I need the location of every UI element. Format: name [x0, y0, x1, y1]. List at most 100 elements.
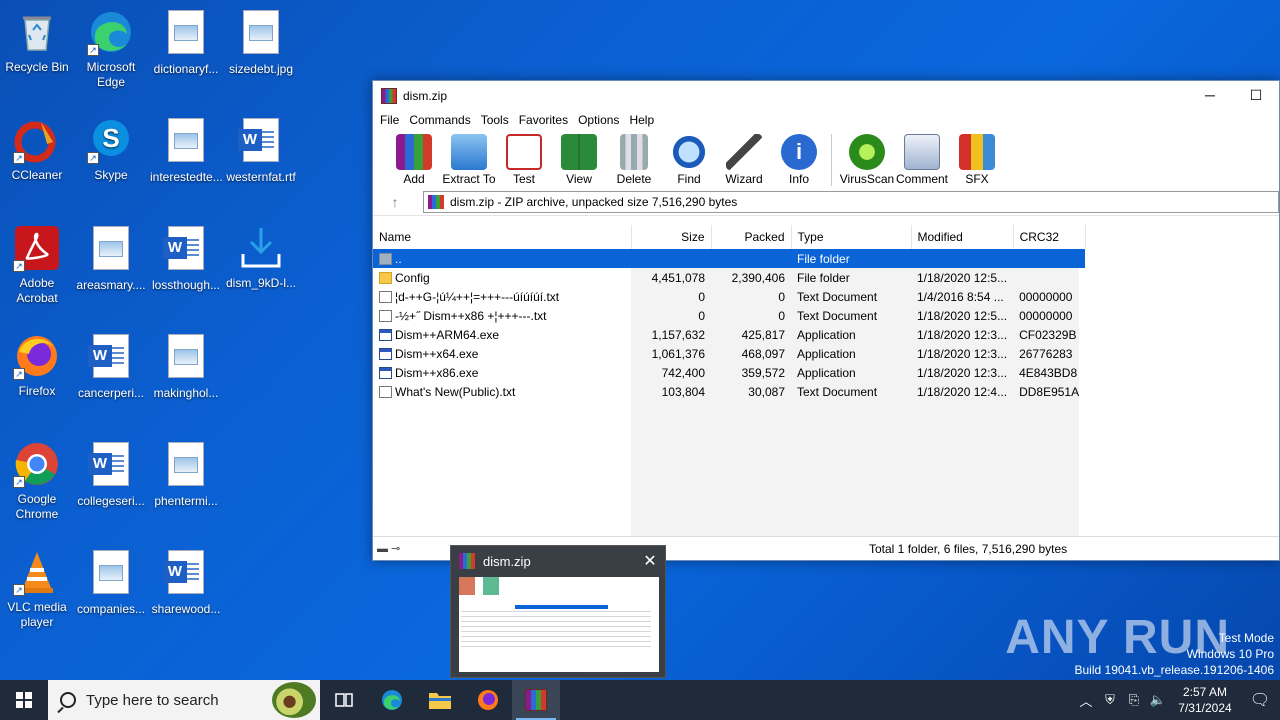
maximize-button[interactable]: ☐: [1233, 81, 1279, 110]
sfx-box-icon: [959, 134, 995, 170]
add-button[interactable]: Add: [385, 132, 443, 186]
address-bar: ↑ dism.zip - ZIP archive, unpacked size …: [373, 188, 1279, 216]
table-row-parent[interactable]: .. File folder: [373, 249, 1086, 268]
taskbar-winrar[interactable]: [512, 680, 560, 720]
delete-button[interactable]: Delete: [605, 132, 663, 186]
image-file-icon: [162, 10, 210, 58]
table-row[interactable]: ¦d-++G-¦ú¼++¦=+++---úíúíúí.txt 0 0 Text …: [373, 287, 1085, 306]
shield-icon[interactable]: ⛨: [1098, 692, 1122, 708]
desktop-icon-file-westernfat[interactable]: W westernfat.rtf: [225, 116, 297, 185]
virusscan-button[interactable]: VirusScan: [838, 132, 896, 186]
toolbar-separator: [831, 134, 832, 186]
menu-commands[interactable]: Commands: [404, 113, 475, 127]
desktop-icon-google-chrome[interactable]: ↗ Google Chrome: [1, 440, 73, 522]
application-icon: [379, 328, 392, 341]
taskbar-firefox[interactable]: [464, 680, 512, 720]
desktop-icon-label: areasmary....: [76, 278, 146, 292]
word-document-icon: W: [87, 334, 135, 382]
thumbnail-title: dism.zip: [483, 553, 531, 569]
desktop-icon-file-phentermi[interactable]: phentermi...: [150, 440, 222, 509]
winrar-window[interactable]: dism.zip ─ ☐ File Commands Tools Favorit…: [372, 80, 1280, 561]
firefox-icon: [478, 690, 498, 710]
menu-file[interactable]: File: [375, 113, 404, 127]
skype-icon: S ↗: [87, 116, 135, 164]
clock[interactable]: 2:57 AM 7/31/2024: [1170, 684, 1240, 716]
network-icon[interactable]: ⎘: [1122, 692, 1146, 708]
desktop-icon-file-sizedebt[interactable]: sizedebt.jpg: [225, 8, 297, 77]
parent-folder-icon: [379, 252, 392, 265]
desktop-icon-firefox[interactable]: ↗ Firefox: [1, 332, 73, 399]
desktop-icon-file-dism[interactable]: dism_9kD-l...: [225, 224, 297, 291]
find-button[interactable]: Find: [660, 132, 718, 186]
word-document-icon: W: [162, 226, 210, 274]
menu-tools[interactable]: Tools: [476, 113, 514, 127]
desktop-icon-label: cancerperi...: [77, 386, 145, 400]
column-packed[interactable]: Packed: [711, 225, 792, 249]
column-modified[interactable]: Modified: [911, 225, 1014, 249]
image-file-icon: [87, 226, 135, 274]
extract-to-button[interactable]: Extract To: [440, 132, 498, 186]
title-bar[interactable]: dism.zip ─ ☐: [373, 81, 1279, 110]
svg-text:S: S: [102, 123, 119, 153]
notification-icon[interactable]: 🗨: [1240, 690, 1280, 710]
desktop-icon-file-companies[interactable]: companies...: [75, 548, 147, 617]
ccleaner-icon: ↗: [13, 116, 61, 164]
table-row[interactable]: Dism++ARM64.exe 1,157,632 425,817 Applic…: [373, 325, 1085, 344]
desktop-icon-file-interestedte[interactable]: interestedte...: [150, 116, 223, 185]
table-row[interactable]: What's New(Public).txt 103,804 30,087 Te…: [373, 382, 1085, 401]
shortcut-arrow-icon: ↗: [13, 584, 25, 596]
taskbar-edge[interactable]: [368, 680, 416, 720]
thumbnail-image[interactable]: [459, 577, 659, 672]
sfx-button[interactable]: SFX: [948, 132, 1006, 186]
desktop-icon-file-sharewood[interactable]: W sharewood...: [150, 548, 222, 617]
menu-favorites[interactable]: Favorites: [514, 113, 573, 127]
desktop-icon-ccleaner[interactable]: ↗ CCleaner: [1, 116, 73, 183]
taskbar-search[interactable]: Type here to search: [48, 680, 320, 720]
table-row[interactable]: Config 4,451,078 2,390,406 File folder 1…: [373, 268, 1085, 287]
desktop-icon-file-dictionary[interactable]: dictionaryf...: [150, 8, 222, 77]
desktop-icon-file-cancerperi[interactable]: W cancerperi...: [75, 332, 147, 401]
desktop-icon-label: CCleaner: [11, 168, 63, 182]
desktop-icon-label: companies...: [76, 602, 146, 616]
view-button[interactable]: View: [550, 132, 608, 186]
info-icon: i: [781, 134, 817, 170]
desktop-icon-adobe-acrobat[interactable]: ↗ Adobe Acrobat: [1, 224, 73, 306]
test-button[interactable]: Test: [495, 132, 553, 186]
desktop-icon-file-makinghol[interactable]: makinghol...: [150, 332, 222, 401]
up-arrow-icon[interactable]: ↑: [381, 194, 409, 210]
desktop-icon-file-lossthough[interactable]: W lossthough...: [150, 224, 222, 293]
shortcut-arrow-icon: ↗: [13, 152, 25, 164]
windows-logo-icon: [16, 692, 32, 708]
taskbar-thumbnail-preview[interactable]: dism.zip ✕: [450, 545, 666, 678]
column-name[interactable]: Name: [373, 225, 632, 249]
minimize-button[interactable]: ─: [1187, 81, 1233, 110]
menu-help[interactable]: Help: [624, 113, 659, 127]
chevron-up-icon[interactable]: ︿: [1074, 691, 1098, 710]
start-button[interactable]: [0, 680, 48, 720]
desktop-icon-microsoft-edge[interactable]: ↗ Microsoft Edge: [75, 8, 147, 90]
file-list[interactable]: Name Size Packed Type Modified CRC32 .. …: [373, 225, 1279, 536]
close-icon[interactable]: ✕: [635, 551, 665, 571]
desktop-icon-recycle-bin[interactable]: Recycle Bin: [1, 8, 73, 75]
archive-path-field[interactable]: dism.zip - ZIP archive, unpacked size 7,…: [423, 190, 1279, 213]
table-row[interactable]: Dism++x86.exe 742,400 359,572 Applicatio…: [373, 363, 1085, 382]
desktop-icon-file-areasmary[interactable]: areasmary....: [75, 224, 147, 293]
column-crc32[interactable]: CRC32: [1013, 225, 1086, 249]
taskbar-file-explorer[interactable]: [416, 680, 464, 720]
volume-icon[interactable]: 🔈: [1146, 692, 1170, 708]
wizard-button[interactable]: Wizard: [715, 132, 773, 186]
menu-options[interactable]: Options: [573, 113, 624, 127]
desktop-icon-vlc[interactable]: ↗ VLC media player: [1, 548, 73, 630]
application-icon: [379, 347, 392, 360]
task-view-button[interactable]: [320, 680, 368, 720]
desktop-icon-file-collegeseri[interactable]: W collegeseri...: [75, 440, 147, 509]
table-row[interactable]: Dism++x64.exe 1,061,376 468,097 Applicat…: [373, 344, 1085, 363]
table-row[interactable]: -½+˝ Dism++x86 +¦+++---.txt 0 0 Text Doc…: [373, 306, 1085, 325]
info-button[interactable]: i Info: [770, 132, 828, 186]
trash-icon: [620, 134, 648, 170]
comment-button[interactable]: Comment: [893, 132, 951, 186]
desktop-icon-skype[interactable]: S ↗ Skype: [75, 116, 147, 183]
column-size[interactable]: Size: [631, 225, 712, 249]
taskbar: Type here to search ︿ ⛨ ⎘ 🔈 2:57 AM 7/31…: [0, 680, 1280, 720]
column-type[interactable]: Type: [791, 225, 912, 249]
